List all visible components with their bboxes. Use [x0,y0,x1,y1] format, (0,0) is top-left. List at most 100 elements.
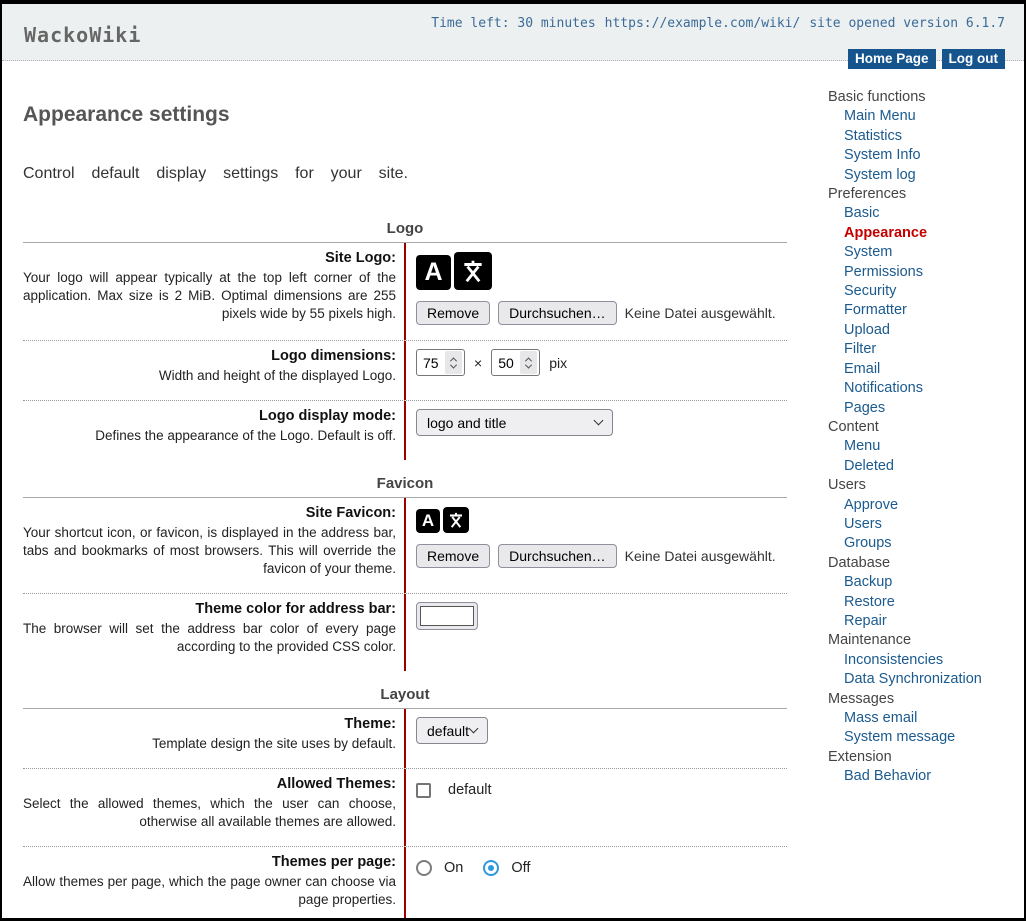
favicon-remove-button[interactable]: Remove [416,544,490,568]
themes-per-page-off-radio[interactable] [483,860,499,876]
letter-a-icon: A [416,255,451,290]
sidebar-item-upload[interactable]: Upload [828,321,1024,340]
dimension-unit: pix [549,355,567,371]
allowed-theme-checkbox[interactable] [416,783,431,798]
sidebar-item-system[interactable]: System [828,243,1024,262]
sidebar-item-filter[interactable]: Filter [828,340,1024,359]
sidebar-item-approve[interactable]: Approve [828,496,1024,515]
sidebar-item-mass-email[interactable]: Mass email [828,709,1024,728]
theme-select[interactable]: default [416,717,488,744]
theme-description: Template design the site uses by default… [23,735,396,753]
sidebar-group-content: Content [828,418,1024,437]
row-themes-per-page: Themes per page: Allow themes per page, … [23,846,787,921]
chevron-down-icon [469,724,479,734]
sidebar-group-preferences: Preferences [828,185,1024,204]
stepper-arrows-icon[interactable] [445,351,462,374]
logo-dimensions-label: Logo dimensions: [271,348,396,364]
sidebar-group-extension: Extension [828,748,1024,767]
themes-per-page-label: Themes per page: [272,854,396,870]
allowed-themes-label: Allowed Themes: [277,776,396,792]
sidebar-item-data-synchronization[interactable]: Data Synchronization [828,670,1024,689]
sidebar-group-users: Users [828,476,1024,495]
themes-per-page-description: Allow themes per page, which the page ow… [23,873,396,909]
letter-a-icon: A [416,509,440,533]
theme-color-swatch [420,606,474,626]
sidebar-group-database: Database [828,554,1024,573]
section-heading-logo: Logo [23,205,787,243]
theme-color-input[interactable] [416,602,478,630]
sidebar-item-deleted[interactable]: Deleted [828,457,1024,476]
sidebar-item-security[interactable]: Security [828,282,1024,301]
logo-remove-button[interactable]: Remove [416,301,490,325]
sidebar-item-formatter[interactable]: Formatter [828,301,1024,320]
log-out-button[interactable]: Log out [942,49,1005,69]
home-page-button[interactable]: Home Page [848,49,936,69]
sidebar-item-backup[interactable]: Backup [828,573,1024,592]
sidebar-item-basic[interactable]: Basic [828,204,1024,223]
site-logo-text: WackoWiki [24,23,141,47]
section-heading-layout: Layout [23,671,787,709]
sidebar-item-email[interactable]: Email [828,360,1024,379]
header-buttons: Home Page Log out [848,49,1005,69]
sidebar-item-system-info[interactable]: System Info [828,146,1024,165]
intro-text: Control default display settings for you… [23,165,408,183]
themes-per-page-on-label: On [444,860,463,876]
logo-browse-button[interactable]: Durchsuchen… [498,301,617,325]
row-logo-display-mode: Logo display mode: Defines the appearanc… [23,400,787,460]
themes-per-page-on-radio[interactable] [416,860,432,876]
main-content: Appearance settings Control default disp… [23,61,787,921]
sidebar-item-system-message[interactable]: System message [828,728,1024,747]
sidebar-item-groups[interactable]: Groups [828,534,1024,553]
site-favicon-description: Your shortcut icon, or favicon, is displ… [23,524,396,578]
admin-sidebar-nav: Basic functionsMain MenuStatisticsSystem… [828,61,1024,787]
site-logo-preview: A [416,252,787,290]
sidebar-group-basic-functions: Basic functions [828,88,1024,107]
chevron-down-icon [594,416,604,426]
sidebar-item-restore[interactable]: Restore [828,593,1024,612]
theme-color-label: Theme color for address bar: [195,601,396,617]
stepper-arrows-icon[interactable] [520,351,537,374]
section-heading-favicon: Favicon [23,460,787,498]
sidebar-item-pages[interactable]: Pages [828,399,1024,418]
header: WackoWiki Time left: 30 minutes https://e… [2,4,1024,61]
sidebar-item-appearance[interactable]: Appearance [828,224,1024,243]
time-left-text: Time left: 30 minutes [431,16,595,31]
translate-icon [454,252,492,290]
site-opened-text: site opened version 6.1.7 [809,16,1005,31]
sidebar-item-inconsistencies[interactable]: Inconsistencies [828,651,1024,670]
logo-height-input[interactable]: 50 [491,349,540,376]
session-status: Time left: 30 minutes https://example.com… [422,16,1005,31]
sidebar-item-users[interactable]: Users [828,515,1024,534]
app-window: WackoWiki Time left: 30 minutes https://e… [0,0,1026,921]
logo-no-file-text: Keine Datei ausgewählt. [625,305,776,321]
page-title: Appearance settings [23,103,787,127]
site-logo-description: Your logo will appear typically at the t… [23,269,396,323]
site-favicon-preview: A [416,507,787,533]
sidebar-item-permissions[interactable]: Permissions [828,263,1024,282]
sidebar-item-repair[interactable]: Repair [828,612,1024,631]
wiki-url-link[interactable]: https://example.com/wiki/ [605,16,801,31]
favicon-browse-button[interactable]: Durchsuchen… [498,544,617,568]
logo-display-mode-label: Logo display mode: [259,408,396,424]
row-theme-color: Theme color for address bar: The browser… [23,593,787,671]
row-theme: Theme: Template design the site uses by … [23,709,787,768]
row-allowed-themes: Allowed Themes: Select the allowed theme… [23,768,787,846]
sidebar-item-main-menu[interactable]: Main Menu [828,107,1024,126]
theme-color-description: The browser will set the address bar col… [23,620,396,656]
row-site-logo: Site Logo: Your logo will appear typical… [23,243,787,340]
sidebar-item-statistics[interactable]: Statistics [828,127,1024,146]
sidebar-group-maintenance: Maintenance [828,631,1024,650]
site-logo-label: Site Logo: [325,250,396,266]
theme-label: Theme: [344,716,396,732]
sidebar-item-menu[interactable]: Menu [828,437,1024,456]
logo-display-mode-select[interactable]: logo and title [416,409,613,436]
sidebar-item-system-log[interactable]: System log [828,166,1024,185]
sidebar-item-notifications[interactable]: Notifications [828,379,1024,398]
allowed-themes-description: Select the allowed themes, which the use… [23,795,396,831]
sidebar-group-messages: Messages [828,690,1024,709]
logo-width-input[interactable]: 75 [416,349,465,376]
sidebar-item-bad-behavior[interactable]: Bad Behavior [828,767,1024,786]
allowed-theme-option-label: default [448,782,492,798]
themes-per-page-off-label: Off [511,860,530,876]
translate-icon [443,507,469,533]
